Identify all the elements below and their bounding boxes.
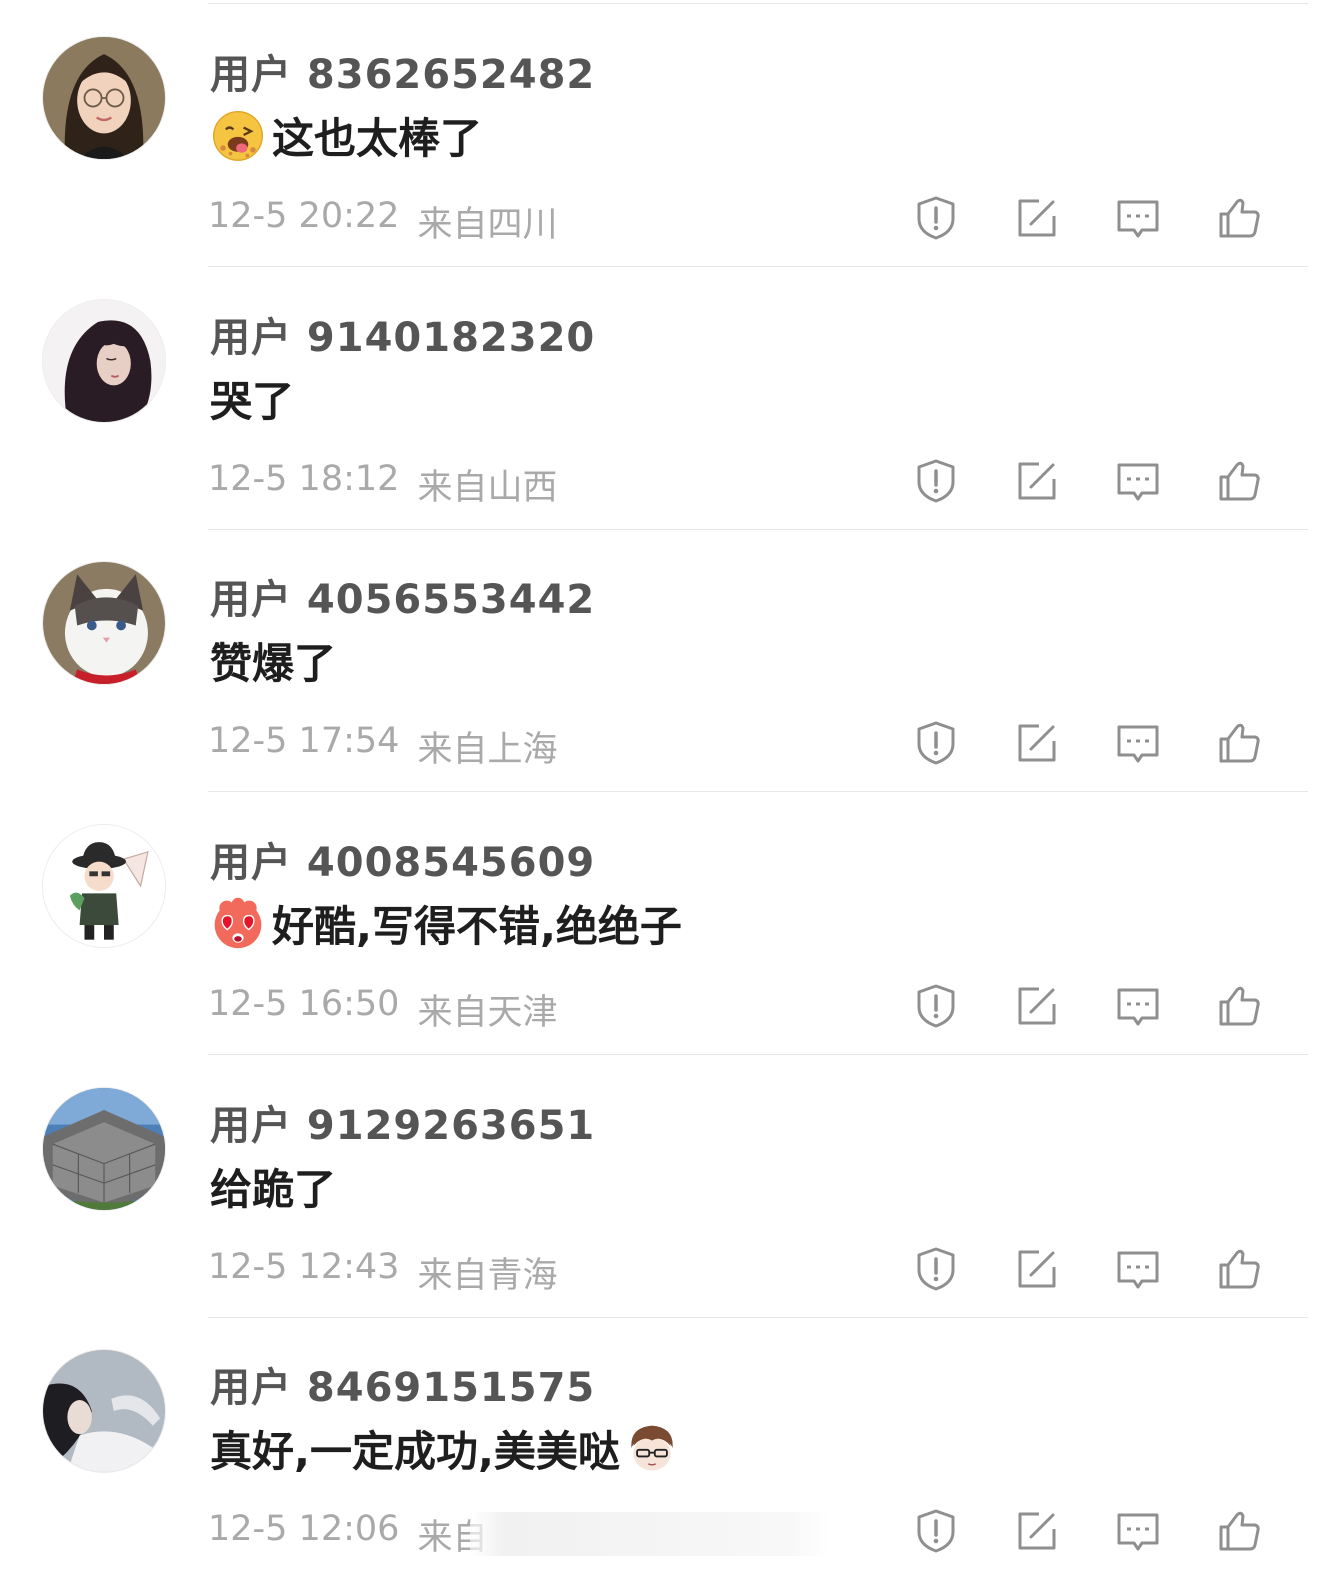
comment-button[interactable] <box>1110 980 1166 1032</box>
report-icon <box>912 1245 960 1293</box>
repost-button[interactable] <box>1009 980 1065 1032</box>
comment-text-body: 哭了 <box>210 376 295 426</box>
comment-text: 赞爆了 <box>210 631 336 689</box>
like-button[interactable] <box>1211 1243 1267 1295</box>
avatar[interactable] <box>42 36 166 160</box>
avatar[interactable] <box>42 299 166 423</box>
avatar[interactable] <box>42 824 166 948</box>
like-icon <box>1215 719 1263 767</box>
like-button[interactable] <box>1211 192 1267 244</box>
repost-button[interactable] <box>1009 1505 1065 1557</box>
repost-button[interactable] <box>1009 717 1065 769</box>
report-icon <box>912 194 960 242</box>
comment-text-body: 这也太棒了 <box>272 113 483 163</box>
username[interactable]: 用户 9129263651 <box>210 1093 595 1151</box>
repost-icon <box>1013 982 1061 1030</box>
like-button[interactable] <box>1211 455 1267 507</box>
report-icon <box>912 719 960 767</box>
comment-text-body: 赞爆了 <box>210 638 337 688</box>
avatar[interactable] <box>42 561 166 685</box>
licking-lips-emoji <box>210 107 266 163</box>
comment-item: 用户 9129263651 给跪了 12-5 12:43 来自青海 <box>0 1055 1320 1318</box>
comment-location: 来自青海 <box>417 1256 558 1296</box>
comment-item: 用户 8362652482 这也太棒了 12-5 20:22 来自四川 <box>0 4 1320 267</box>
report-button[interactable] <box>908 980 964 1032</box>
comment-icon <box>1114 982 1162 1030</box>
report-icon <box>912 457 960 505</box>
like-icon <box>1215 457 1263 505</box>
report-icon <box>912 1507 960 1555</box>
report-icon <box>912 982 960 1030</box>
avatar[interactable] <box>42 1349 166 1473</box>
like-icon <box>1215 982 1263 1030</box>
comment-item: 用户 9140182320 哭了 12-5 18:12 来自山西 <box>0 267 1320 530</box>
repost-icon <box>1013 1245 1061 1293</box>
comment-text: 真好,一定成功,美美哒 <box>210 1419 680 1477</box>
comment-item: 用户 4056553442 赞爆了 12-5 17:54 来自上海 <box>0 529 1320 792</box>
heart-eyes-emoji <box>210 895 266 951</box>
username[interactable]: 用户 9140182320 <box>210 305 595 363</box>
comment-icon <box>1114 1507 1162 1555</box>
report-button[interactable] <box>908 717 964 769</box>
comment-time: 12-5 18:12 <box>208 459 400 499</box>
like-icon <box>1215 1245 1263 1293</box>
comment-text: 哭了 <box>210 369 294 427</box>
report-button[interactable] <box>908 455 964 507</box>
comment-meta: 12-5 18:12 来自山西 <box>208 459 557 510</box>
comment-button[interactable] <box>1110 1243 1166 1295</box>
username[interactable]: 用户 8362652482 <box>210 42 595 100</box>
like-button[interactable] <box>1211 980 1267 1032</box>
comment-icon <box>1114 457 1162 505</box>
report-button[interactable] <box>908 1505 964 1557</box>
repost-button[interactable] <box>1009 1243 1065 1295</box>
comment-button[interactable] <box>1110 1505 1166 1557</box>
comment-time: 12-5 16:50 <box>208 984 400 1024</box>
comment-meta: 12-5 12:43 来自青海 <box>208 1247 557 1298</box>
comment-text: 这也太棒了 <box>210 106 482 164</box>
avatar[interactable] <box>42 1087 166 1211</box>
comment-icon <box>1114 194 1162 242</box>
repost-icon <box>1013 1507 1061 1555</box>
comment-location: 来自山西 <box>417 468 558 508</box>
comment-location: 来自上海 <box>417 730 558 770</box>
comment-text-body: 真好,一定成功,美美哒 <box>210 1426 620 1476</box>
comment-meta: 12-5 17:54 来自上海 <box>208 721 557 772</box>
anime-boy-sunglasses-emoji <box>624 1420 680 1476</box>
username[interactable]: 用户 8469151575 <box>210 1355 595 1413</box>
repost-button[interactable] <box>1009 455 1065 507</box>
comment-icon <box>1114 1245 1162 1293</box>
comment-item: 用户 4008545609 好酷,写得不错,绝绝子 12-5 16:50 来自天… <box>0 792 1320 1055</box>
repost-icon <box>1013 457 1061 505</box>
comment-button[interactable] <box>1110 192 1166 244</box>
repost-icon <box>1013 194 1061 242</box>
comment-meta: 12-5 16:50 来自天津 <box>208 984 557 1035</box>
repost-button[interactable] <box>1009 192 1065 244</box>
comment-button[interactable] <box>1110 717 1166 769</box>
repost-icon <box>1013 719 1061 767</box>
comment-text: 给跪了 <box>210 1157 336 1215</box>
comment-location: 来自天津 <box>417 993 558 1033</box>
comment-meta: 12-5 12:06 来自 <box>208 1509 487 1560</box>
comment-text-body: 给跪了 <box>210 1164 337 1214</box>
comment-icon <box>1114 719 1162 767</box>
username[interactable]: 用户 4008545609 <box>210 830 595 888</box>
comment-text: 好酷,写得不错,绝绝子 <box>210 894 682 952</box>
comment-time: 12-5 17:54 <box>208 721 400 761</box>
like-icon <box>1215 194 1263 242</box>
watermark-overlay <box>470 1512 830 1556</box>
comment-button[interactable] <box>1110 455 1166 507</box>
username[interactable]: 用户 4056553442 <box>210 567 595 625</box>
comment-time: 12-5 20:22 <box>208 196 400 236</box>
report-button[interactable] <box>908 192 964 244</box>
comment-time: 12-5 12:43 <box>208 1247 400 1287</box>
comment-time: 12-5 12:06 <box>208 1509 400 1549</box>
like-button[interactable] <box>1211 717 1267 769</box>
comment-meta: 12-5 20:22 来自四川 <box>208 196 557 247</box>
like-icon <box>1215 1507 1263 1555</box>
like-button[interactable] <box>1211 1505 1267 1557</box>
report-button[interactable] <box>908 1243 964 1295</box>
comment-text-body: 好酷,写得不错,绝绝子 <box>272 901 682 951</box>
comment-location: 来自四川 <box>417 205 558 245</box>
